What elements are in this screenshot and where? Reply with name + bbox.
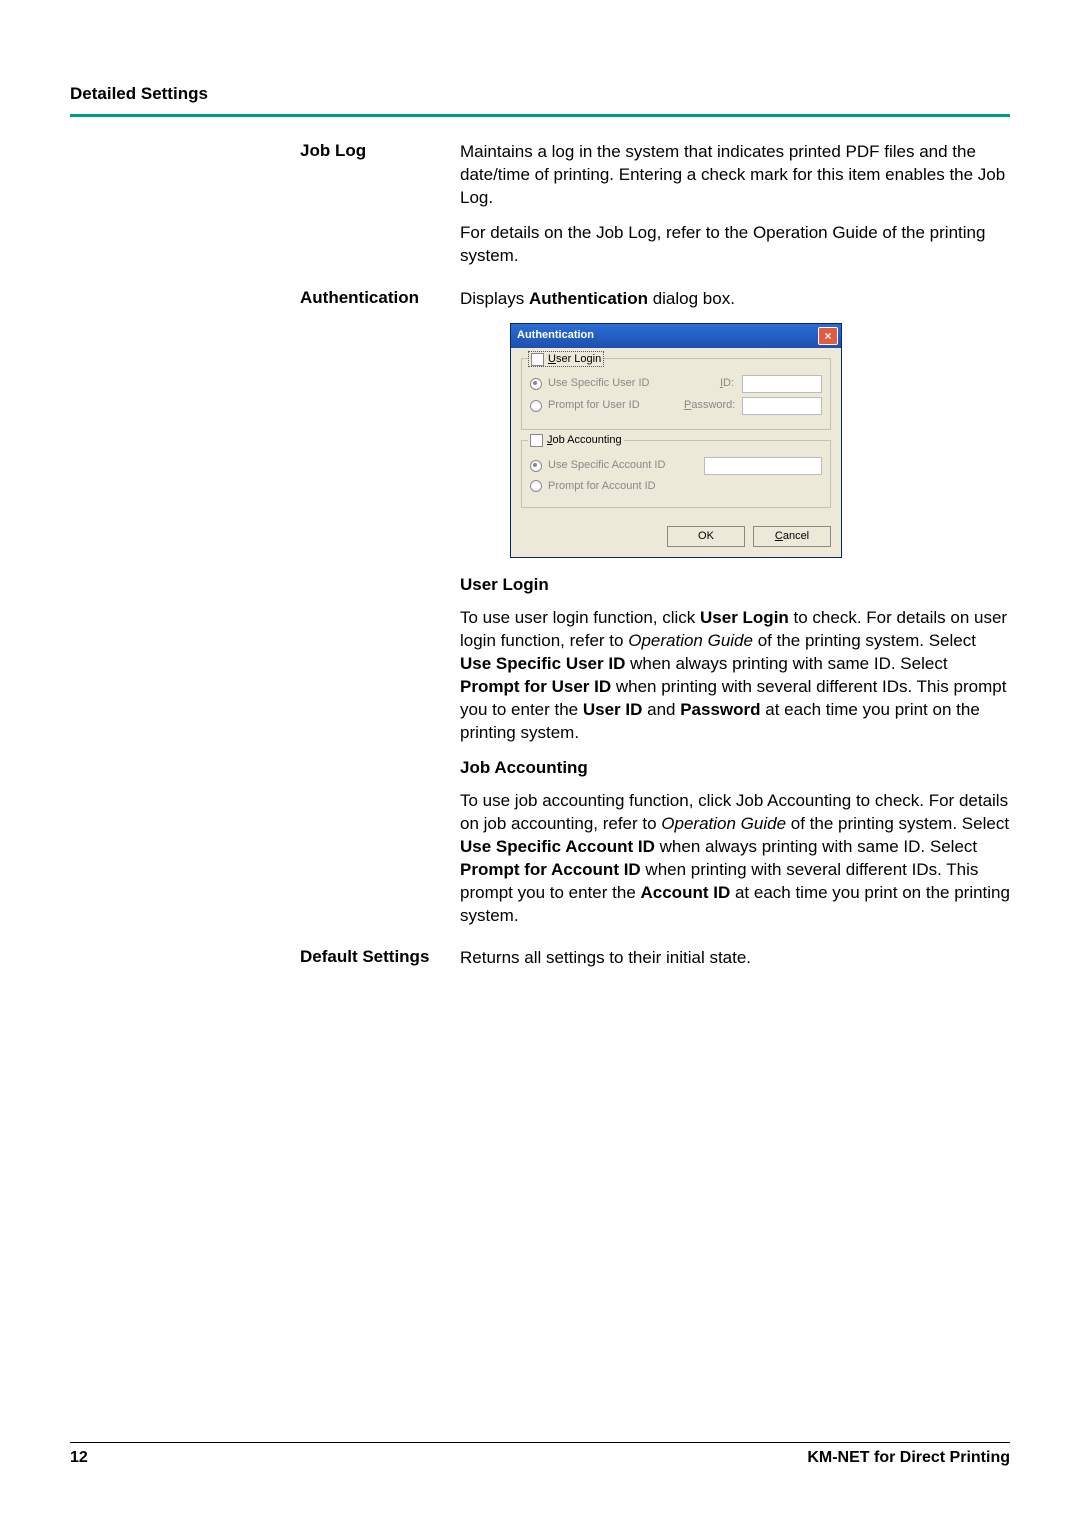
- section-title: Detailed Settings: [70, 84, 1010, 104]
- opt-use-specific-user-id: Use Specific User ID: [548, 376, 649, 391]
- label-job-log: Job Log: [300, 141, 460, 280]
- ja-t2: of the printing system. Select: [786, 814, 1009, 833]
- label-password: Password:: [684, 398, 738, 413]
- row-prompt-for-account-id: Prompt for Account ID: [530, 479, 822, 494]
- ul-b5: Password: [680, 700, 760, 719]
- ok-button[interactable]: OK: [667, 526, 745, 547]
- legend-user-login[interactable]: User Login: [528, 351, 604, 368]
- dialog-titlebar: Authentication ×: [511, 324, 841, 348]
- checkbox-job-accounting[interactable]: [530, 434, 543, 447]
- ja-i1: Operation Guide: [661, 814, 786, 833]
- heading-job-accounting: Job Accounting: [460, 757, 1010, 780]
- row-job-log: Job Log Maintains a log in the system th…: [300, 141, 1010, 280]
- divider: [70, 114, 1010, 117]
- ul-t6: and: [642, 700, 680, 719]
- row-default-settings: Default Settings Returns all settings to…: [300, 947, 1010, 982]
- label-default-settings: Default Settings: [300, 947, 460, 982]
- legend-job-accounting-text: Job Accounting: [547, 433, 622, 448]
- opt-prompt-for-user-id: Prompt for User ID: [548, 398, 640, 413]
- page-number: 12: [70, 1449, 88, 1467]
- footer-divider: [70, 1442, 1010, 1443]
- desc-job-log: Maintains a log in the system that indic…: [460, 141, 1010, 280]
- ul-t1: To use user login function, click: [460, 608, 700, 627]
- ja-b3: Account ID: [641, 883, 731, 902]
- desc-default-settings: Returns all settings to their initial st…: [460, 947, 1010, 982]
- label-authentication: Authentication: [300, 288, 460, 940]
- ul-b1: User Login: [700, 608, 789, 627]
- authentication-dialog: Authentication × User Login: [510, 323, 842, 559]
- fieldset-user-login: User Login Use Specific User ID ID:: [521, 358, 831, 430]
- row-use-specific-account-id: Use Specific Account ID: [530, 457, 822, 475]
- ja-t3: when always printing with same ID. Selec…: [655, 837, 977, 856]
- auth-intro-c: dialog box.: [648, 289, 735, 308]
- input-password[interactable]: [742, 397, 822, 415]
- job-log-p2: For details on the Job Log, refer to the…: [460, 222, 1010, 268]
- label-id: ID:: [684, 376, 738, 391]
- radio-use-specific-user-id[interactable]: [530, 378, 542, 390]
- dialog-body: User Login Use Specific User ID ID:: [511, 348, 841, 527]
- row-authentication: Authentication Displays Authentication d…: [300, 288, 1010, 940]
- legend-user-login-text: User Login: [548, 352, 601, 367]
- footer: 12 KM-NET for Direct Printing: [70, 1442, 1010, 1467]
- row-use-specific-user-id: Use Specific User ID ID:: [530, 375, 822, 393]
- checkbox-user-login[interactable]: [531, 353, 544, 366]
- radio-prompt-for-account-id[interactable]: [530, 480, 542, 492]
- auth-intro: Displays Authentication dialog box.: [460, 288, 1010, 311]
- ja-b2: Prompt for Account ID: [460, 860, 641, 879]
- legend-job-accounting[interactable]: Job Accounting: [528, 433, 624, 448]
- ja-b1: Use Specific Account ID: [460, 837, 655, 856]
- cancel-button[interactable]: Cancel: [753, 526, 831, 547]
- ul-b3: Prompt for User ID: [460, 677, 611, 696]
- job-accounting-desc: To use job accounting function, click Jo…: [460, 790, 1010, 928]
- ul-b4: User ID: [583, 700, 643, 719]
- dialog-buttons: OK Cancel: [511, 526, 841, 557]
- job-log-p1: Maintains a log in the system that indic…: [460, 141, 1010, 210]
- page: Detailed Settings Job Log Maintains a lo…: [0, 0, 1080, 1527]
- auth-intro-b: Authentication: [529, 289, 648, 308]
- input-id[interactable]: [742, 375, 822, 393]
- content-area: Job Log Maintains a log in the system th…: [70, 141, 1010, 982]
- radio-use-specific-account-id[interactable]: [530, 460, 542, 472]
- auth-intro-a: Displays: [460, 289, 529, 308]
- footer-row: 12 KM-NET for Direct Printing: [70, 1449, 1010, 1467]
- ul-t4: when always printing with same ID. Selec…: [625, 654, 947, 673]
- ul-b2: Use Specific User ID: [460, 654, 625, 673]
- desc-authentication: Displays Authentication dialog box. Auth…: [460, 288, 1010, 940]
- product-name: KM-NET for Direct Printing: [807, 1449, 1010, 1467]
- ul-i1: Operation Guide: [628, 631, 753, 650]
- row-prompt-for-user-id: Prompt for User ID Password:: [530, 397, 822, 415]
- input-account-id[interactable]: [704, 457, 822, 475]
- close-icon[interactable]: ×: [818, 327, 838, 345]
- fieldset-job-accounting: Job Accounting Use Specific Account ID: [521, 440, 831, 509]
- user-login-desc: To use user login function, click User L…: [460, 607, 1010, 745]
- ul-t3: of the printing system. Select: [753, 631, 976, 650]
- heading-user-login: User Login: [460, 574, 1010, 597]
- opt-prompt-for-account-id: Prompt for Account ID: [548, 479, 656, 494]
- dialog-title: Authentication: [517, 328, 594, 343]
- opt-use-specific-account-id: Use Specific Account ID: [548, 458, 665, 473]
- default-settings-p: Returns all settings to their initial st…: [460, 947, 1010, 970]
- radio-prompt-for-user-id[interactable]: [530, 400, 542, 412]
